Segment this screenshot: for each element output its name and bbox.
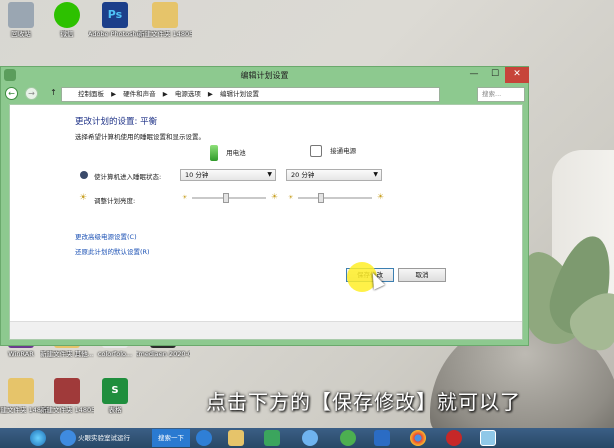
- desktop-icon-wechat[interactable]: 微信: [40, 2, 94, 38]
- spreadsheet-icon: S: [102, 378, 128, 404]
- taskbar-item-browser[interactable]: 火眼实验室试运行: [78, 429, 148, 447]
- breadcrumb-item[interactable]: 控制面板: [78, 90, 104, 98]
- sleep-icon: [80, 171, 88, 179]
- plugged-in-column-header: 接通电源: [310, 145, 356, 167]
- chevron-down-icon: ▼: [267, 171, 272, 178]
- address-bar-row: ← → ↑ 控制面板 ▶ 硬件和声音 ▶ 电源选项 ▶ 编辑计划设置 搜索...: [1, 85, 528, 103]
- folder-icon: [8, 378, 34, 404]
- brightness-icon: ☀: [79, 193, 88, 203]
- breadcrumb-item[interactable]: 电源选项: [175, 90, 201, 98]
- sleep-label: 使计算机进入睡眠状态:: [94, 173, 162, 181]
- minimize-button[interactable]: —: [463, 67, 485, 83]
- restore-defaults-link[interactable]: 还原此计划的默认设置(R): [75, 246, 150, 256]
- instruction-caption: 点击下方的【保存修改】就可以了: [206, 390, 521, 414]
- desktop-icon-spreadsheet[interactable]: S 表格: [88, 378, 142, 414]
- slider-track: [192, 197, 266, 199]
- page-description: 选择希望计算机使用的睡眠设置和显示设置。: [75, 133, 205, 141]
- sleep-plugged-select[interactable]: 20 分钟 ▼: [286, 169, 382, 181]
- archive-icon: [54, 378, 80, 404]
- breadcrumb-item[interactable]: 硬件和声音: [123, 90, 156, 98]
- sleep-battery-select[interactable]: 10 分钟 ▼: [180, 169, 276, 181]
- desktop-icon-photoshop[interactable]: Ps Adobe Photosho...: [88, 2, 142, 38]
- advanced-power-settings-link[interactable]: 更改高级电源设置(C): [75, 231, 137, 241]
- taskbar: 火眼实验室试运行 搜索一下: [0, 428, 614, 448]
- battery-column-header: 用电池: [210, 145, 246, 167]
- window-title: 编辑计划设置: [240, 71, 289, 80]
- brightness-battery-slider[interactable]: ☀ ☀: [182, 192, 278, 203]
- photoshop-icon: Ps: [102, 2, 128, 28]
- dim-sun-icon: ☀: [182, 194, 188, 201]
- footer-background: [10, 322, 522, 339]
- browser-icon[interactable]: [60, 430, 76, 446]
- slider-track: [298, 197, 372, 199]
- store-icon[interactable]: [264, 430, 280, 446]
- file-explorer-icon[interactable]: [228, 430, 244, 446]
- maximize-button[interactable]: ☐: [485, 67, 505, 83]
- desktop-icon-archive[interactable]: 新建文件夹 14805的...: [40, 378, 94, 414]
- control-panel-icon[interactable]: [480, 430, 496, 446]
- brightness-plugged-slider[interactable]: ☀ ☀: [288, 192, 384, 203]
- edit-plan-settings-window: 编辑计划设置 — ☐ ✕ ← → ↑ 控制面板 ▶ 硬件和声音 ▶ 电源选项 ▶…: [0, 66, 529, 346]
- search-input[interactable]: 搜索...: [477, 87, 525, 102]
- back-icon[interactable]: ←: [5, 87, 18, 100]
- bright-sun-icon: ☀: [270, 192, 278, 201]
- breadcrumb-separator: ▶: [207, 90, 213, 98]
- breadcrumb-separator: ▶: [111, 90, 117, 98]
- slider-thumb[interactable]: [318, 193, 325, 203]
- start-button[interactable]: [30, 430, 46, 446]
- close-button[interactable]: ✕: [505, 67, 529, 83]
- cloud-icon[interactable]: [302, 430, 318, 446]
- up-icon[interactable]: ↑: [47, 87, 60, 100]
- wechat-icon: [54, 2, 80, 28]
- brightness-label: 调整计划亮度:: [94, 197, 136, 205]
- desktop-icon-folder[interactable]: 新建文件夹 14805的...: [138, 2, 192, 38]
- record-icon[interactable]: [446, 430, 462, 446]
- dim-sun-icon: ☀: [288, 194, 294, 201]
- cancel-button[interactable]: 取消: [398, 268, 446, 282]
- recycle-bin-icon: [8, 2, 34, 28]
- slider-thumb[interactable]: [222, 193, 229, 203]
- title-bar[interactable]: 编辑计划设置 — ☐ ✕: [1, 67, 529, 85]
- page-title: 更改计划的设置: 平衡: [75, 117, 158, 127]
- wps-writer-icon[interactable]: [374, 430, 390, 446]
- folder-icon: [152, 2, 178, 28]
- address-breadcrumb[interactable]: 控制面板 ▶ 硬件和声音 ▶ 电源选项 ▶ 编辑计划设置: [61, 87, 440, 102]
- settings-panel: 更改计划的设置: 平衡 选择希望计算机使用的睡眠设置和显示设置。 用电池 接通电…: [9, 104, 523, 340]
- chevron-down-icon: ▼: [373, 171, 378, 178]
- app-icon[interactable]: [340, 430, 356, 446]
- breadcrumb-separator: ▶: [162, 90, 168, 98]
- ie-icon[interactable]: [196, 430, 212, 446]
- plug-icon: [310, 145, 322, 157]
- bright-sun-icon: ☀: [376, 192, 384, 201]
- forward-icon[interactable]: →: [25, 87, 38, 100]
- taskbar-search-button[interactable]: 搜索一下: [152, 429, 190, 447]
- chrome-icon[interactable]: [410, 430, 426, 446]
- battery-icon: [210, 145, 218, 161]
- breadcrumb-item[interactable]: 编辑计划设置: [220, 90, 259, 98]
